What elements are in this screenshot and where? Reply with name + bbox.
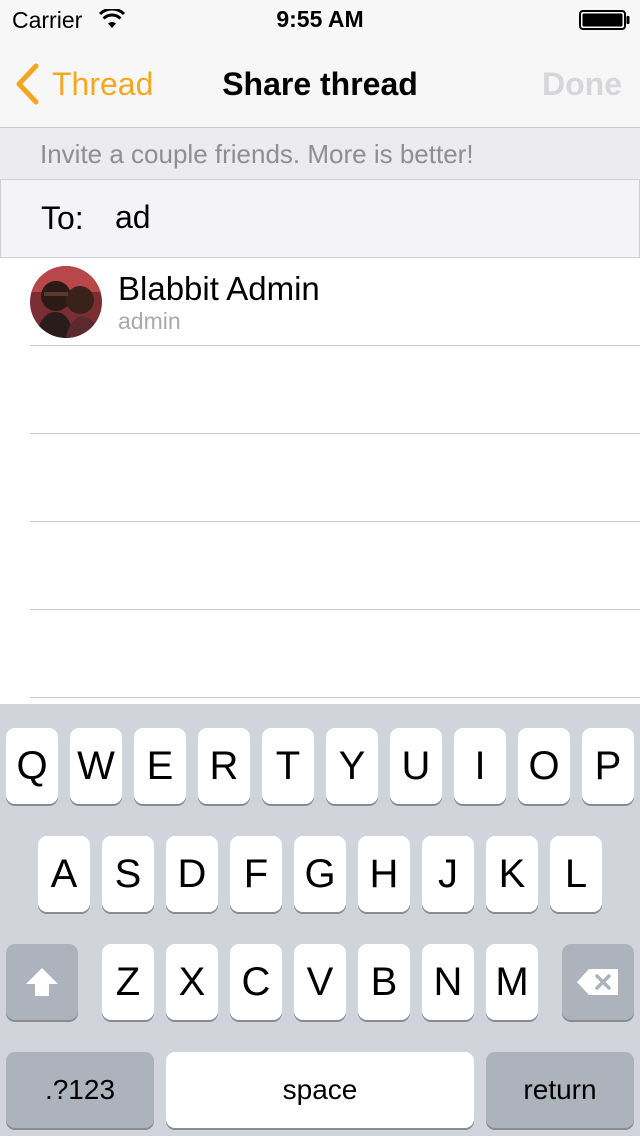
key-k[interactable]: K — [486, 836, 538, 912]
hint-banner: Invite a couple friends. More is better! — [0, 128, 640, 179]
key-u[interactable]: U — [390, 728, 442, 804]
key-s[interactable]: S — [102, 836, 154, 912]
keyboard: Q W E R T Y U I O P A S D F G H J K L Z … — [0, 704, 640, 1136]
recipient-search-input[interactable] — [115, 194, 615, 240]
key-q[interactable]: Q — [6, 728, 58, 804]
contact-name: Blabbit Admin — [118, 270, 320, 307]
list-separator — [30, 433, 640, 434]
key-y[interactable]: Y — [326, 728, 378, 804]
key-d[interactable]: D — [166, 836, 218, 912]
done-button[interactable]: Done — [542, 66, 622, 103]
key-v[interactable]: V — [294, 944, 346, 1020]
key-l[interactable]: L — [550, 836, 602, 912]
key-e[interactable]: E — [134, 728, 186, 804]
list-separator — [30, 697, 640, 698]
list-separator — [30, 521, 640, 522]
avatar-photo — [30, 266, 102, 338]
list-separator — [30, 345, 640, 346]
key-o[interactable]: O — [518, 728, 570, 804]
numbers-key[interactable]: .?123 — [6, 1052, 154, 1128]
status-time: 9:55 AM — [276, 6, 364, 32]
key-n[interactable]: N — [422, 944, 474, 1020]
shift-arrow-icon — [26, 968, 58, 996]
key-w[interactable]: W — [70, 728, 122, 804]
key-i[interactable]: I — [454, 728, 506, 804]
delete-key[interactable] — [562, 944, 634, 1020]
key-h[interactable]: H — [358, 836, 410, 912]
key-b[interactable]: B — [358, 944, 410, 1020]
hint-text: Invite a couple friends. More is better! — [40, 139, 474, 169]
recipient-field: To: — [0, 179, 640, 258]
return-key[interactable]: return — [486, 1052, 634, 1128]
shift-key[interactable] — [6, 944, 78, 1020]
navigation-bar: Thread Share thread Done — [0, 40, 640, 128]
key-j[interactable]: J — [422, 836, 474, 912]
battery-icon — [579, 10, 630, 30]
space-key[interactable]: space — [166, 1052, 474, 1128]
contact-row[interactable]: Blabbit Admin admin — [0, 258, 640, 346]
key-c[interactable]: C — [230, 944, 282, 1020]
key-a[interactable]: A — [38, 836, 90, 912]
list-separator — [30, 609, 640, 610]
backspace-icon — [577, 969, 618, 995]
key-x[interactable]: X — [166, 944, 218, 1020]
key-p[interactable]: P — [582, 728, 634, 804]
key-g[interactable]: G — [294, 836, 346, 912]
avatar — [30, 266, 102, 338]
status-bar: Carrier 9:55 AM — [0, 0, 640, 40]
to-label: To: — [41, 200, 84, 236]
key-t[interactable]: T — [262, 728, 314, 804]
key-f[interactable]: F — [230, 836, 282, 912]
contact-username: admin — [118, 308, 181, 334]
key-m[interactable]: M — [486, 944, 538, 1020]
key-r[interactable]: R — [198, 728, 250, 804]
key-z[interactable]: Z — [102, 944, 154, 1020]
